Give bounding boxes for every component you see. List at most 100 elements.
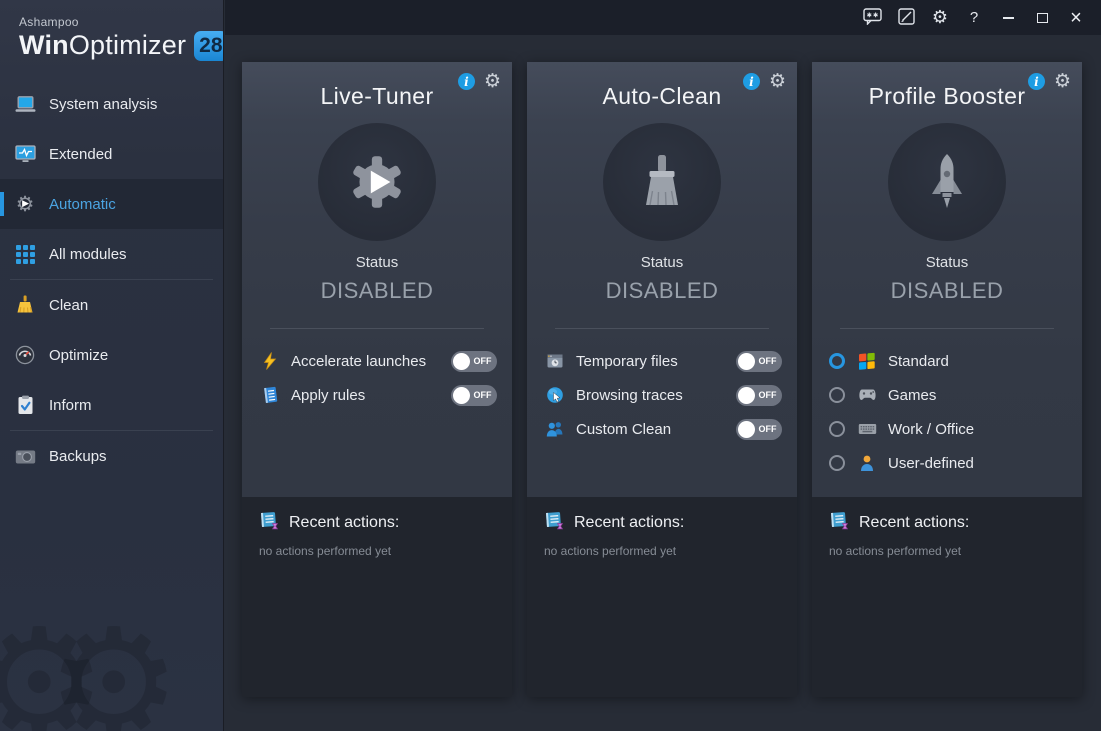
feedback-button[interactable] [855,0,889,35]
toggle-state: OFF [755,424,780,434]
rules-list-icon [259,386,280,404]
sidebar-item-all-modules[interactable]: All modules [0,229,223,279]
users-icon [544,420,565,438]
status-label: Status [812,254,1082,271]
camera-icon [13,444,37,468]
profile-booster-module-icon [888,123,1006,241]
toggle-knob [738,421,755,438]
toggle-custom-clean[interactable]: OFF [736,419,782,440]
laptop-icon [13,92,37,116]
status-value: DISABLED [812,278,1082,304]
sidebar-nav: System analysis Extended ⚙▶ Automatic Al… [0,79,223,481]
profile-row-standard[interactable]: Standard [812,344,1082,378]
grid-dots-icon [13,242,37,266]
sidebar-item-label: Extended [49,146,112,163]
sidebar-item-automatic[interactable]: ⚙▶ Automatic [0,179,223,229]
help-button[interactable]: ? [957,0,991,35]
info-icon[interactable] [743,73,760,90]
toggle-knob [453,387,470,404]
toggle-accelerate-launches[interactable]: OFF [451,351,497,372]
recent-actions-label: Recent actions: [289,514,399,532]
broom-icon [13,293,37,317]
feedback-bubble-icon [863,8,882,28]
profile-label: Work / Office [888,421,1067,438]
recent-actions-section: Recent actions: no actions performed yet [527,497,797,697]
app-logo: Ashampoo WinOptimizer 28 [0,0,223,76]
cards-container: Live-Tuner [225,35,1101,697]
sidebar-item-inform[interactable]: Inform [0,380,223,430]
recent-actions-icon [259,510,280,536]
live-tuner-module-icon [318,123,436,241]
gear-icon[interactable] [769,72,786,91]
gears-watermark: ⚙⚙ [0,597,121,731]
sidebar-item-extended[interactable]: Extended [0,129,223,179]
profile-row-games[interactable]: Games [812,378,1082,412]
card-live-tuner: Live-Tuner [242,62,512,697]
sidebar-item-label: All modules [49,246,127,263]
toggle-browsing-traces[interactable]: OFF [736,385,782,406]
notes-button[interactable] [889,0,923,35]
version-badge: 28 [194,31,224,61]
clipboard-check-icon [13,393,37,417]
gear-icon[interactable] [484,72,501,91]
sidebar-item-label: Optimize [49,347,108,364]
minimize-button[interactable] [991,0,1025,35]
toggle-state: OFF [755,356,780,366]
gear-icon[interactable] [1054,72,1071,91]
gear-play-icon [344,149,410,215]
radio-standard[interactable] [829,353,845,369]
logo-product: WinOptimizer [19,30,186,61]
close-icon: × [1070,8,1082,28]
lightning-icon [259,352,280,370]
toggle-row-apply-rules[interactable]: Apply rules OFF [242,378,512,412]
sidebar-item-backups[interactable]: Backups [0,431,223,481]
sidebar-item-label: Automatic [49,196,116,213]
profile-row-work-office[interactable]: Work / Office [812,412,1082,446]
windows-logo-icon [856,352,878,370]
radio-user-defined[interactable] [829,455,845,471]
sidebar-item-system-analysis[interactable]: System analysis [0,79,223,129]
toggle-row-temporary-files[interactable]: Temporary files OFF [527,344,797,378]
titlebar: ⚙ ? × [225,0,1101,35]
recent-actions-empty: no actions performed yet [251,544,502,558]
auto-clean-module-icon [603,123,721,241]
profile-label: Games [888,387,1067,404]
card-divider [270,328,484,329]
toggle-label: Custom Clean [576,421,736,438]
radio-work-office[interactable] [829,421,845,437]
gear-play-icon: ⚙▶ [13,192,37,216]
recent-actions-label: Recent actions: [859,514,969,532]
gear-icon: ⚙ [932,7,948,28]
brush-icon [635,153,689,211]
toggle-knob [738,387,755,404]
info-icon[interactable] [1028,73,1045,90]
card-divider [840,328,1054,329]
recent-actions-section: Recent actions: no actions performed yet [242,497,512,697]
sidebar-item-clean[interactable]: Clean [0,280,223,330]
toggle-state: OFF [470,356,495,366]
toggle-row-browsing-traces[interactable]: Browsing traces OFF [527,378,797,412]
rocket-icon [921,152,973,212]
profile-row-user-defined[interactable]: User-defined [812,446,1082,480]
maximize-button[interactable] [1025,0,1059,35]
toggle-row-accelerate-launches[interactable]: Accelerate launches OFF [242,344,512,378]
gauge-icon [13,343,37,367]
status-label: Status [527,254,797,271]
toggle-temporary-files[interactable]: OFF [736,351,782,372]
info-icon[interactable] [458,73,475,90]
toggle-row-custom-clean[interactable]: Custom Clean OFF [527,412,797,446]
note-edit-icon [898,8,915,28]
main-area: ⚙ ? × Live-Tuner [225,0,1101,731]
recent-actions-section: Recent actions: no actions performed yet [812,497,1082,697]
sidebar-item-optimize[interactable]: Optimize [0,330,223,380]
settings-button[interactable]: ⚙ [923,0,957,35]
logo-brand: Ashampoo [19,15,223,29]
toggle-apply-rules[interactable]: OFF [451,385,497,406]
app-window: Ashampoo WinOptimizer 28 System analysis… [0,0,1101,731]
close-button[interactable]: × [1059,0,1093,35]
card-profile-booster: Profile Booster [812,62,1082,697]
toggle-label: Temporary files [576,353,736,370]
toggle-label: Browsing traces [576,387,736,404]
toggle-label: Apply rules [291,387,451,404]
radio-games[interactable] [829,387,845,403]
